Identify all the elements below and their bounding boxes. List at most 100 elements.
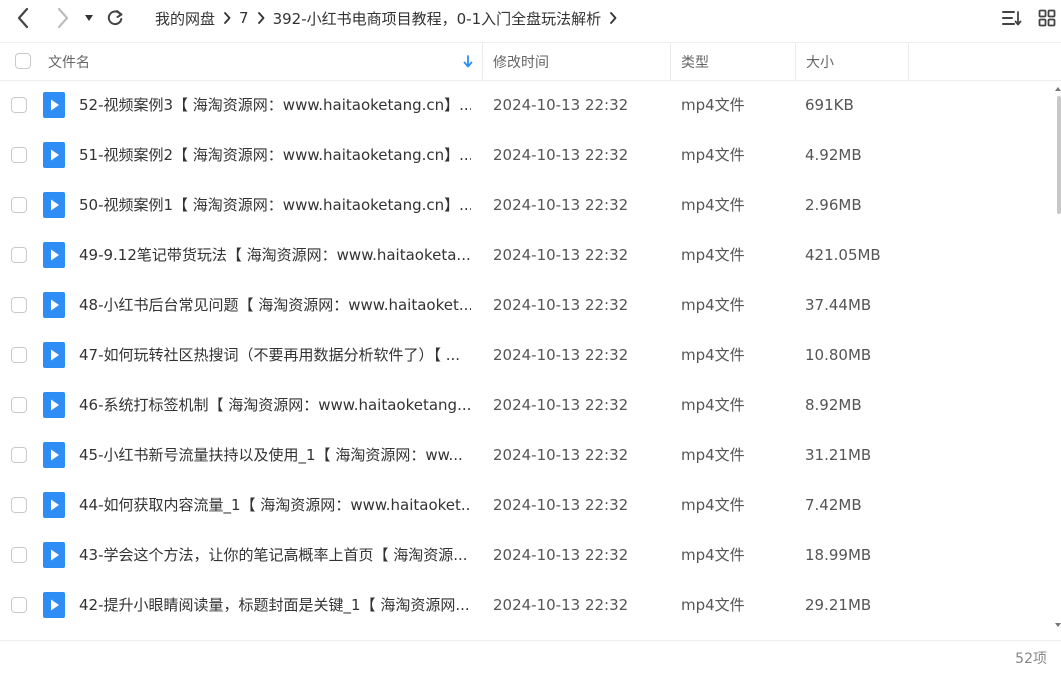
file-row[interactable]: 48-小红书后台常见问题【 海淘资源网：www.haitaoket... 2024… xyxy=(0,280,1055,330)
file-modified-time: 2024-10-13 22:32 xyxy=(493,596,629,614)
file-size: 4.92MB xyxy=(805,146,862,164)
file-row-checkbox[interactable] xyxy=(11,397,27,413)
file-name[interactable]: 42-提升小眼睛阅读量，标题封面是关键_1【 海淘资源网... xyxy=(79,580,471,630)
forward-button[interactable] xyxy=(52,6,74,30)
file-modified-time: 2024-10-13 22:32 xyxy=(493,496,629,514)
back-button[interactable] xyxy=(12,6,34,30)
file-type: mp4文件 xyxy=(681,346,745,364)
file-name[interactable]: 48-小红书后台常见问题【 海淘资源网：www.haitaoket... xyxy=(79,280,471,330)
file-row[interactable]: 47-如何玩转社区热搜词（不要再用数据分析软件了）【 ... 2024-10-13… xyxy=(0,330,1055,380)
breadcrumb-current-folder[interactable]: 392-小红书电商项目教程，0-1入门全盘玩法解析 xyxy=(273,8,602,29)
file-modified-time: 2024-10-13 22:32 xyxy=(493,546,629,564)
scroll-down-arrow-icon[interactable] xyxy=(1055,622,1061,628)
grid-view-icon xyxy=(1038,9,1056,27)
column-header-row: 文件名 修改时间 类型 大小 xyxy=(0,42,1061,81)
file-type: mp4文件 xyxy=(681,296,745,314)
file-size: 18.99MB xyxy=(805,546,872,564)
video-file-icon xyxy=(43,492,65,518)
column-header-name[interactable]: 文件名 xyxy=(48,43,478,80)
file-type: mp4文件 xyxy=(681,196,745,214)
chevron-right-icon xyxy=(257,12,265,24)
file-row[interactable]: 50-视频案例1【 海淘资源网：www.haitaoketang.cn】....… xyxy=(0,180,1055,230)
file-row-checkbox[interactable] xyxy=(11,247,27,263)
file-row-checkbox[interactable] xyxy=(11,147,27,163)
breadcrumb-folder-7[interactable]: 7 xyxy=(239,9,249,27)
status-bar: 52项 xyxy=(0,640,1061,673)
file-type: mp4文件 xyxy=(681,546,745,564)
file-row[interactable]: 52-视频案例3【 海淘资源网：www.haitaoketang.cn】....… xyxy=(0,80,1055,130)
file-row-checkbox[interactable] xyxy=(11,447,27,463)
grid-view-button[interactable] xyxy=(1036,6,1058,30)
file-name[interactable]: 45-小红书新号流量扶持以及使用_1【 海淘资源网：ww... xyxy=(79,430,471,480)
sort-button[interactable] xyxy=(1000,6,1024,30)
caret-down-icon xyxy=(85,15,93,21)
video-file-icon xyxy=(43,92,65,118)
column-header-modified[interactable]: 修改时间 xyxy=(493,43,663,80)
file-row[interactable]: 51-视频案例2【 海淘资源网：www.haitaoketang.cn】....… xyxy=(0,130,1055,180)
refresh-icon xyxy=(107,10,123,26)
column-divider[interactable] xyxy=(795,43,796,80)
file-row-checkbox[interactable] xyxy=(11,347,27,363)
column-header-modified-label: 修改时间 xyxy=(493,54,549,71)
file-row-checkbox[interactable] xyxy=(11,497,27,513)
file-name[interactable]: 49-9.12笔记带货玩法【 海淘资源网：www.haitaoketa... xyxy=(79,230,471,280)
item-count: 52项 xyxy=(1015,651,1047,667)
file-row[interactable]: 42-提升小眼睛阅读量，标题封面是关键_1【 海淘资源网... 2024-10-1… xyxy=(0,580,1055,630)
video-file-icon xyxy=(43,442,65,468)
file-row[interactable]: 44-如何获取内容流量_1【 海淘资源网：www.haitaoket... 202… xyxy=(0,480,1055,530)
file-size: 2.96MB xyxy=(805,196,862,214)
select-all-checkbox[interactable] xyxy=(15,53,31,69)
file-row[interactable]: 43-学会这个方法，让你的笔记高概率上首页【 海淘资源... 2024-10-13… xyxy=(0,530,1055,580)
file-name[interactable]: 50-视频案例1【 海淘资源网：www.haitaoketang.cn】.... xyxy=(79,180,471,230)
file-row[interactable]: 45-小红书新号流量扶持以及使用_1【 海淘资源网：ww... 2024-10-1… xyxy=(0,430,1055,480)
scroll-up-arrow-icon[interactable] xyxy=(1055,86,1061,92)
chevron-right-icon xyxy=(57,7,69,29)
video-file-icon xyxy=(43,542,65,568)
file-name[interactable]: 47-如何玩转社区热搜词（不要再用数据分析软件了）【 ... xyxy=(79,330,471,380)
file-row-checkbox[interactable] xyxy=(11,597,27,613)
file-row[interactable]: 49-9.12笔记带货玩法【 海淘资源网：www.haitaoketa... 20… xyxy=(0,230,1055,280)
video-file-icon xyxy=(43,592,65,618)
history-dropdown-button[interactable] xyxy=(82,6,96,30)
file-type: mp4文件 xyxy=(681,146,745,164)
video-file-icon xyxy=(43,142,65,168)
column-header-type[interactable]: 类型 xyxy=(681,43,791,80)
file-modified-time: 2024-10-13 22:32 xyxy=(493,396,629,414)
file-row-checkbox[interactable] xyxy=(11,297,27,313)
file-row-checkbox[interactable] xyxy=(11,547,27,563)
video-file-icon xyxy=(43,392,65,418)
column-divider[interactable] xyxy=(908,43,909,80)
refresh-button[interactable] xyxy=(104,6,126,30)
video-file-icon xyxy=(43,192,65,218)
breadcrumb: 我的网盘 7 392-小红书电商项目教程，0-1入门全盘玩法解析 xyxy=(155,0,625,36)
file-row[interactable]: 46-系统打标签机制【 海淘资源网：www.haitaoketang.... 20… xyxy=(0,380,1055,430)
video-file-icon xyxy=(43,242,65,268)
file-row-checkbox[interactable] xyxy=(11,97,27,113)
scrollbar-thumb[interactable] xyxy=(1057,96,1061,214)
file-row-checkbox[interactable] xyxy=(11,197,27,213)
file-modified-time: 2024-10-13 22:32 xyxy=(493,96,629,114)
file-name[interactable]: 52-视频案例3【 海淘资源网：www.haitaoketang.cn】.... xyxy=(79,80,471,130)
file-size: 8.92MB xyxy=(805,396,862,414)
sort-arrow-down-icon[interactable] xyxy=(463,55,473,68)
file-modified-time: 2024-10-13 22:32 xyxy=(493,446,629,464)
toolbar: 我的网盘 7 392-小红书电商项目教程，0-1入门全盘玩法解析 xyxy=(0,0,1061,38)
file-type: mp4文件 xyxy=(681,596,745,614)
column-divider[interactable] xyxy=(482,43,483,80)
file-size: 10.80MB xyxy=(805,346,872,364)
column-header-name-label: 文件名 xyxy=(48,54,90,71)
column-header-size[interactable]: 大小 xyxy=(806,43,906,80)
file-name[interactable]: 43-学会这个方法，让你的笔记高概率上首页【 海淘资源... xyxy=(79,530,471,580)
breadcrumb-root[interactable]: 我的网盘 xyxy=(155,8,215,29)
chevron-right-icon[interactable] xyxy=(609,12,617,24)
file-modified-time: 2024-10-13 22:32 xyxy=(493,246,629,264)
sort-list-icon xyxy=(1002,11,1022,26)
file-name[interactable]: 46-系统打标签机制【 海淘资源网：www.haitaoketang.... xyxy=(79,380,471,430)
file-name[interactable]: 44-如何获取内容流量_1【 海淘资源网：www.haitaoket... xyxy=(79,480,471,530)
file-name[interactable]: 51-视频案例2【 海淘资源网：www.haitaoketang.cn】.... xyxy=(79,130,471,180)
chevron-left-icon xyxy=(17,7,29,29)
column-divider[interactable] xyxy=(670,43,671,80)
file-size: 37.44MB xyxy=(805,296,872,314)
video-file-icon xyxy=(43,342,65,368)
video-file-icon xyxy=(43,292,65,318)
